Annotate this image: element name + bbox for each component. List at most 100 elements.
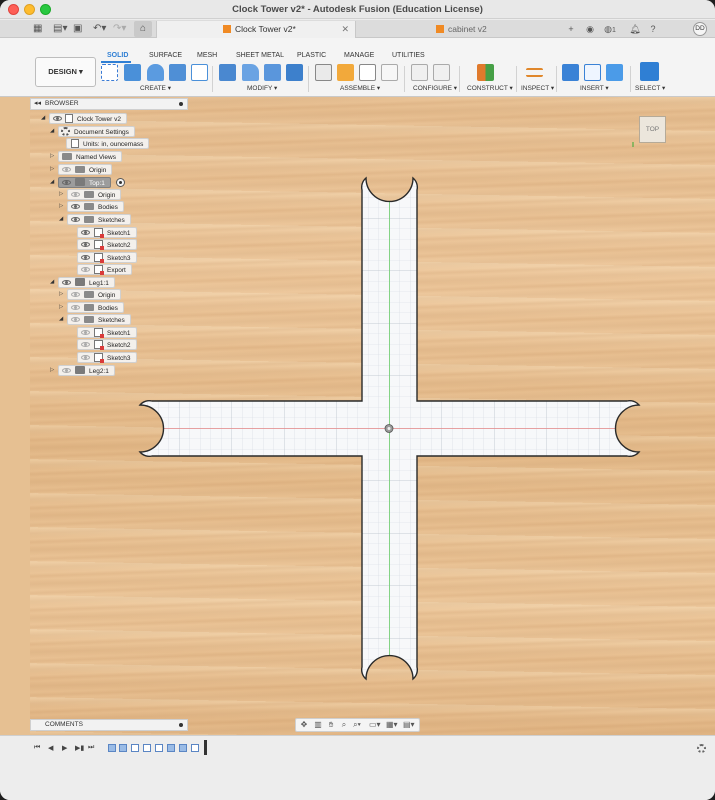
visibility-icon[interactable]	[81, 267, 90, 272]
play-icon[interactable]: ▶	[62, 744, 67, 752]
visibility-icon[interactable]	[81, 355, 90, 360]
tree-item-label: Bodies	[98, 305, 118, 312]
expand-icon[interactable]: ▷	[59, 189, 65, 200]
pin-comments-icon[interactable]	[179, 723, 183, 727]
folder-icon	[84, 304, 94, 311]
comments-panel-header[interactable]: COMMENTS	[30, 719, 188, 731]
grid-snaps-icon[interactable]: ▦▾	[386, 720, 398, 730]
expand-icon[interactable]: ▷	[59, 201, 65, 212]
component-icon	[75, 278, 85, 286]
visibility-icon[interactable]	[71, 292, 80, 297]
timeline-sketch[interactable]	[143, 744, 151, 752]
folder-icon	[84, 316, 94, 323]
collapse-icon[interactable]: ◢	[50, 177, 56, 188]
navigation-bar: ✥ ▥ ✋︎ ⌕ ⌕▾ ▭▾ ▦▾ ▤▾	[295, 718, 420, 732]
tree-item-label: Bodies	[98, 204, 118, 211]
tree-item-label: Sketches	[98, 317, 125, 324]
zoom-icon[interactable]: ⌕	[339, 720, 349, 730]
tree-item-label: Leg2:1	[89, 368, 109, 375]
visibility-icon[interactable]	[81, 330, 90, 335]
activate-component-radio[interactable]	[116, 178, 125, 187]
tree-item-label: Sketch3	[107, 255, 131, 262]
timeline-settings-gear-icon[interactable]	[697, 744, 706, 753]
viewports-icon[interactable]: ▤▾	[403, 720, 415, 730]
pin-panel-icon[interactable]	[179, 102, 183, 106]
browser-panel-header[interactable]: ◂◂ BROWSER	[30, 98, 188, 110]
expand-icon[interactable]: ▷	[50, 151, 56, 162]
visibility-icon[interactable]	[71, 204, 80, 209]
visibility-icon[interactable]	[53, 116, 62, 121]
expand-icon[interactable]: ▷	[50, 164, 56, 175]
visibility-icon[interactable]	[81, 342, 90, 347]
units-document-icon	[71, 139, 79, 148]
tree-item-label: Sketch1	[107, 230, 131, 237]
document-icon	[65, 114, 73, 123]
visibility-icon[interactable]	[62, 280, 71, 285]
component-icon	[75, 366, 85, 374]
expand-icon[interactable]: ▷	[59, 289, 65, 300]
tree-item-label: Clock Tower v2	[77, 116, 121, 123]
step-forward-icon[interactable]: ▶▮	[75, 744, 84, 752]
tree-item-label: Sketch2	[107, 342, 131, 349]
look-at-icon[interactable]: ▥	[313, 720, 323, 730]
viewcube-axis-icon	[632, 142, 634, 147]
origin-point-icon[interactable]	[384, 424, 394, 433]
folder-icon	[75, 166, 85, 173]
orbit-icon[interactable]: ✥	[299, 720, 309, 730]
sketch-icon	[94, 328, 104, 338]
expand-icon[interactable]: ▷	[50, 365, 56, 376]
tree-item-label: Origin	[98, 292, 116, 299]
sketch-icon	[94, 228, 104, 238]
sketch-icon	[94, 253, 104, 263]
visibility-icon[interactable]	[62, 167, 71, 172]
step-back-icon[interactable]: ◀	[48, 744, 53, 752]
visibility-icon[interactable]	[71, 192, 80, 197]
settings-gear-icon	[61, 127, 70, 136]
zoom-window-icon[interactable]: ⌕▾	[352, 720, 362, 730]
collapse-panel-icon[interactable]: ◂◂	[34, 99, 41, 109]
timeline-feature[interactable]	[167, 744, 175, 752]
tree-item-label: Sketches	[98, 217, 125, 224]
tree-item-label: Leg1:1	[89, 280, 109, 287]
sketch-icon	[94, 265, 104, 275]
timeline-sketch[interactable]	[155, 744, 163, 752]
display-settings-icon[interactable]: ▭▾	[369, 720, 381, 730]
pan-icon[interactable]: ✋︎	[326, 720, 336, 730]
expand-icon[interactable]: ▷	[59, 302, 65, 313]
timeline-sketch[interactable]	[131, 744, 139, 752]
visibility-icon[interactable]	[71, 305, 80, 310]
visibility-icon[interactable]	[62, 368, 71, 373]
timeline-feature[interactable]	[179, 744, 187, 752]
visibility-icon[interactable]	[81, 230, 90, 235]
go-to-end-icon[interactable]: ⏭	[88, 744, 94, 752]
collapse-icon[interactable]: ◢	[41, 113, 47, 124]
folder-icon	[84, 191, 94, 198]
browser-title: BROWSER	[45, 100, 79, 107]
go-to-start-icon[interactable]: ⏮	[34, 744, 40, 752]
timeline-marker[interactable]	[204, 740, 207, 755]
sketch-icon	[94, 340, 104, 350]
timeline-feature[interactable]	[119, 744, 127, 752]
timeline-feature[interactable]	[108, 744, 116, 752]
collapse-icon[interactable]: ◢	[59, 314, 65, 325]
collapse-icon[interactable]: ◢	[59, 214, 65, 225]
sketch-icon	[94, 353, 104, 363]
viewcube[interactable]: TOP	[639, 116, 666, 143]
fusion-window: Clock Tower v2* - Autodesk Fusion (Educa…	[0, 0, 715, 800]
sketch-icon	[94, 240, 104, 250]
folder-icon	[84, 216, 94, 223]
tree-item-label: Named Views	[76, 154, 116, 161]
visibility-icon[interactable]	[81, 242, 90, 247]
comments-title: COMMENTS	[45, 721, 83, 728]
timeline-sketch[interactable]	[191, 744, 199, 752]
visibility-icon[interactable]	[71, 217, 80, 222]
folder-icon	[84, 203, 94, 210]
folder-icon	[84, 291, 94, 298]
visibility-icon[interactable]	[81, 255, 90, 260]
collapse-icon[interactable]: ◢	[50, 126, 56, 137]
tree-item-label: Export	[107, 267, 126, 274]
visibility-icon[interactable]	[62, 180, 71, 185]
visibility-icon[interactable]	[71, 317, 80, 322]
tree-item-label: Sketch2	[107, 242, 131, 249]
collapse-icon[interactable]: ◢	[50, 277, 56, 288]
